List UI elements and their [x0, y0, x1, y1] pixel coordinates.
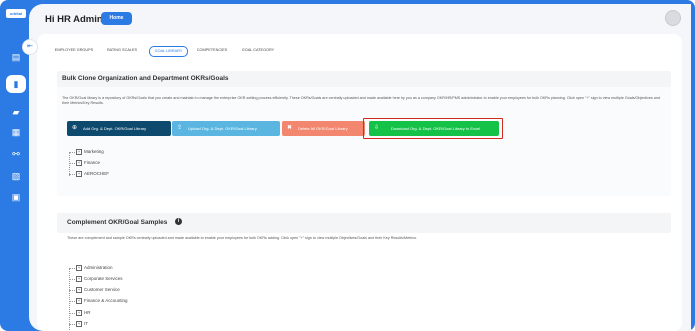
expand-icon[interactable]: +	[76, 265, 82, 271]
clipboard-icon[interactable]: ▤	[8, 50, 24, 64]
tree-node[interactable]: + HR	[69, 310, 91, 316]
expand-icon[interactable]: +	[76, 171, 82, 177]
expand-icon[interactable]: +	[76, 321, 82, 327]
trash-icon: ✖	[287, 125, 293, 131]
handshake-icon[interactable]: ⚯	[8, 147, 24, 161]
upload-icon: ⇪	[177, 125, 183, 131]
tree-branch	[69, 312, 75, 314]
info-icon[interactable]: i	[175, 218, 182, 225]
report-icon[interactable]: ▣	[8, 190, 24, 204]
expand-icon[interactable]: +	[76, 310, 82, 316]
tree-node[interactable]: + Finance	[69, 160, 100, 166]
tree-node[interactable]: + AEROCHEF	[69, 171, 109, 177]
complement-section-title: Complement OKR/Goal Samples	[67, 219, 168, 226]
add-library-label: Add Org. & Dept. OKR/Goal Library	[83, 126, 147, 131]
tree-node[interactable]: + Finance & Accounting	[69, 298, 128, 304]
page-greeting: Hi HR Admin	[45, 14, 103, 25]
tree-node-label: Corporate Services	[84, 276, 123, 282]
tree-node[interactable]: + Marketing	[69, 149, 104, 155]
tree-branch	[69, 151, 75, 153]
tab-goal-library[interactable]: GOAL LIBRARY	[149, 46, 188, 57]
tree-branch	[69, 300, 75, 302]
briefcase-icon[interactable]: ▰	[8, 105, 24, 119]
tree-branch	[69, 173, 75, 175]
delete-library-button[interactable]: ✖ Delete All OKR/Goal Library	[282, 121, 365, 136]
content-card: EMPLOYEE GROUPS RATING SCALES GOAL LIBRA…	[37, 34, 682, 331]
sidebar-collapse-button[interactable]: ⇤	[22, 39, 38, 55]
tree-branch	[69, 278, 75, 280]
tree-node[interactable]: + Customer Service	[69, 287, 120, 293]
bulk-section-body: The OKR/Goal library is a repository of …	[57, 87, 671, 196]
tree-branch	[69, 289, 75, 291]
calendar-icon[interactable]: ▦	[8, 125, 24, 139]
tree-node[interactable]: + Administration	[69, 265, 113, 271]
upload-library-label: Upload Org. & Dept. OKR/Goal Library	[188, 126, 257, 131]
upload-library-button[interactable]: ⇪ Upload Org. & Dept. OKR/Goal Library	[172, 121, 280, 136]
tab-goal-category[interactable]: GOAL CATEGORY	[238, 46, 278, 55]
expand-icon[interactable]: +	[76, 287, 82, 293]
add-document-icon: ⊕	[72, 125, 78, 131]
expand-icon[interactable]: +	[76, 160, 82, 166]
bulk-section-title: Bulk Clone Organization and Department O…	[62, 75, 229, 82]
tree-node-label: Administration	[84, 265, 113, 271]
tab-rating-scales[interactable]: RATING SCALES	[103, 46, 141, 55]
bulk-section-description: The OKR/Goal library is a repository of …	[62, 96, 660, 105]
tree-node-label: Customer Service	[84, 287, 120, 293]
tree-node-label: Finance & Accounting	[84, 298, 128, 304]
tree-node-label: Finance	[84, 160, 101, 166]
app-frame: orbital ▤ ▮ ▰ ▦ ⚯ ▧ ▣ Hi HR Admin Home E…	[0, 0, 695, 331]
tree-node-label: AEROCHEF	[84, 171, 110, 177]
tree-branch	[69, 323, 75, 325]
expand-icon[interactable]: +	[76, 298, 82, 304]
tab-employee-groups[interactable]: EMPLOYEE GROUPS	[51, 46, 97, 55]
complement-section-header: Complement OKR/Goal Samples i	[57, 213, 671, 233]
expand-icon[interactable]: +	[76, 149, 82, 155]
tree-branch	[69, 162, 75, 164]
main-panel: Hi HR Admin Home EMPLOYEE GROUPS RATING …	[29, 4, 691, 331]
tree-node[interactable]: + Corporate Services	[69, 276, 123, 282]
tree-node-label: IT	[84, 321, 88, 327]
app-logo[interactable]: orbital	[6, 9, 26, 18]
download-button-highlight	[363, 118, 503, 139]
bulk-section-header: Bulk Clone Organization and Department O…	[57, 71, 671, 87]
tree-branch	[69, 267, 75, 269]
tree-node[interactable]: + IT	[69, 321, 88, 327]
tab-competencies[interactable]: COMPETENCIES	[193, 46, 231, 55]
complement-section-description: These are complement and sample OKRs cen…	[67, 236, 417, 240]
tree-node-label: Marketing	[84, 149, 104, 155]
tree-node-label: HR	[84, 310, 91, 316]
delete-library-label: Delete All OKR/Goal Library	[298, 126, 348, 131]
complement-section-body: These are complement and sample OKRs cen…	[57, 233, 671, 331]
home-button[interactable]: Home	[101, 12, 132, 25]
avatar[interactable]	[665, 10, 681, 26]
sidebar: ▤ ▮ ▰ ▦ ⚯ ▧ ▣	[0, 30, 32, 331]
expand-icon[interactable]: +	[76, 276, 82, 282]
add-library-button[interactable]: ⊕ Add Org. & Dept. OKR/Goal Library	[67, 121, 171, 136]
document-icon[interactable]: ▧	[8, 169, 24, 183]
book-icon[interactable]: ▮	[6, 75, 26, 93]
